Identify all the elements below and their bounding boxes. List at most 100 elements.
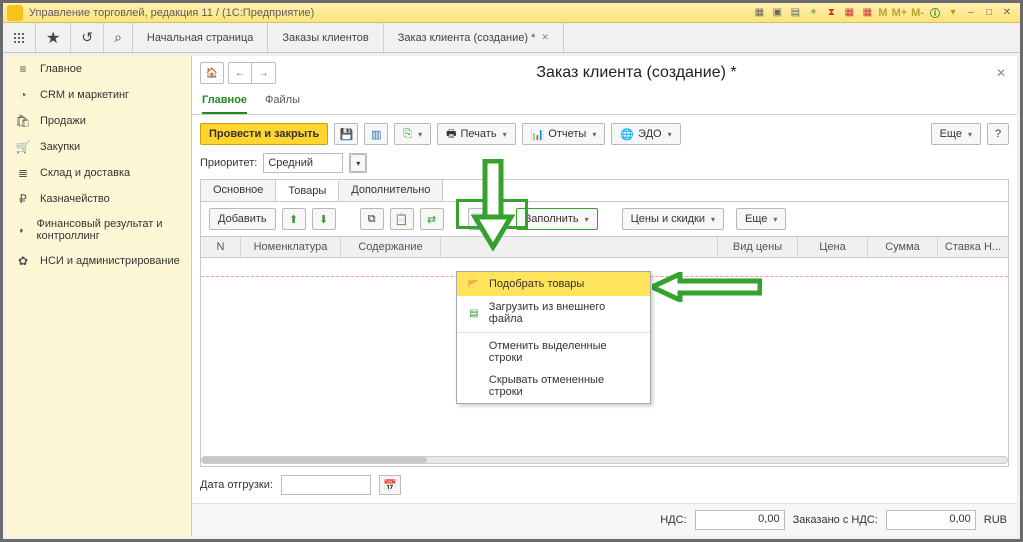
create-based-button[interactable]: ⎘▾ [394, 123, 431, 145]
purchases-icon: 🛒 [16, 140, 30, 154]
currency-label: RUB [984, 514, 1007, 526]
sidebar-item-warehouse[interactable]: ≣Склад и доставка [6, 160, 191, 186]
info-btn[interactable]: ⓘ [928, 6, 942, 20]
ship-date-input[interactable] [281, 475, 371, 495]
tab-home-label: Начальная страница [147, 32, 253, 44]
share-button[interactable]: ⇄ [420, 208, 444, 230]
menu-load-file[interactable]: ▤Загрузить из внешнего файла [457, 296, 650, 330]
history-button[interactable]: ↺ [71, 23, 104, 52]
inner-tab-extra[interactable]: Дополнительно [339, 180, 443, 201]
tb-btn2[interactable]: ▣ [770, 6, 784, 20]
save-icon: 💾 [339, 128, 353, 141]
form-tab-files[interactable]: Файлы [265, 90, 300, 114]
supply-button[interactable]: 📄 [468, 208, 492, 230]
grid-icon [13, 32, 25, 44]
sidebar-item-label: Главное [40, 63, 82, 75]
sidebar: ≡Главное ◔CRM и маркетинг 🛍Продажи 🛒 Заку… [6, 56, 192, 536]
more-rows-button[interactable]: Еще▾ [736, 208, 786, 230]
close-page-button[interactable]: ✕ [993, 66, 1009, 80]
h-scrollbar[interactable] [201, 454, 1008, 466]
post-button[interactable]: ▥ [364, 123, 388, 145]
ordered-nds-field[interactable]: 0,00 [886, 510, 976, 530]
nds-field[interactable]: 0,00 [695, 510, 785, 530]
tb-btn5[interactable]: ⧗ [824, 6, 838, 20]
tab-home[interactable]: Начальная страница [133, 23, 268, 52]
sidebar-item-sales[interactable]: 🛍Продажи [6, 108, 191, 134]
btn-label: Отчеты [548, 128, 586, 140]
add-row-button[interactable]: Добавить [209, 208, 276, 230]
app-icon [7, 5, 23, 21]
sidebar-item-nsi[interactable]: ✿НСИ и администрирование [6, 248, 191, 274]
th-nom: Номенклатура [241, 237, 341, 257]
th-vid: Вид цены [718, 237, 798, 257]
move-up-button[interactable]: ⬆ [282, 208, 306, 230]
sidebar-item-finres[interactable]: ⬪Финансовый результат и контроллинг [6, 212, 191, 248]
reports-button[interactable]: 📊Отчеты▾ [522, 123, 606, 145]
priority-select[interactable]: Средний [263, 153, 343, 173]
sidebar-item-label: НСИ и администрирование [40, 255, 180, 267]
copy-button[interactable]: ⧉ [360, 208, 384, 230]
ftab-label: Файлы [265, 94, 300, 106]
more-button[interactable]: Еще▾ [931, 123, 981, 145]
titlebar: Управление торговлей, редакция 11 / (1С:… [3, 3, 1020, 23]
close-tab-icon[interactable]: ✕ [541, 32, 549, 43]
btn-label: Провести и закрыть [209, 128, 319, 140]
priority-value: Средний [268, 157, 313, 169]
up-icon: ⬆ [289, 213, 298, 226]
forward-button[interactable]: → [252, 62, 276, 84]
m-minus-btn[interactable]: M- [911, 7, 924, 19]
sidebar-item-crm[interactable]: ◔CRM и маркетинг [6, 82, 191, 108]
print-button[interactable]: 🖶Печать▾ [437, 123, 515, 145]
save-button[interactable]: 💾 [334, 123, 358, 145]
sidebar-item-treasury[interactable]: ₽Казначейство [6, 186, 191, 212]
mi-label: Загрузить из внешнего файла [489, 301, 640, 325]
btn-label: Еще [745, 213, 767, 225]
close-window-btn[interactable]: ✕ [1000, 6, 1014, 20]
tb-btn7[interactable]: ▦ [860, 6, 874, 20]
fill-button[interactable]: Заполнить▾ [516, 208, 598, 230]
print-icon: 🖶 [446, 125, 456, 144]
max-btn[interactable]: □ [982, 6, 996, 20]
tab-orders[interactable]: Заказы клиентов [268, 23, 383, 52]
supply-icon: 📄 [473, 213, 487, 226]
min-btn[interactable]: – [964, 6, 978, 20]
tb-btn1[interactable]: ▦ [752, 6, 766, 20]
m-plus-btn[interactable]: M+ [892, 7, 908, 19]
search-button[interactable]: ⌕ [104, 23, 133, 52]
paste-icon: 📋 [395, 213, 409, 226]
post-and-close-button[interactable]: Провести и закрыть [200, 123, 328, 145]
th-n: N [201, 237, 241, 257]
tb-btn6[interactable]: ▦ [842, 6, 856, 20]
sidebar-item-main[interactable]: ≡Главное [6, 56, 191, 82]
calendar-button[interactable]: 📅 [379, 475, 401, 495]
form-tab-main[interactable]: Главное [202, 90, 247, 114]
sidebar-item-label: Закупки [40, 141, 80, 153]
th-cont: Содержание [341, 237, 441, 257]
menu-hide-cancelled[interactable]: Скрывать отмененные строки [457, 369, 650, 403]
user-btn[interactable]: ▾ [946, 6, 960, 20]
back-button[interactable]: ← [228, 62, 252, 84]
sidebar-item-purchases[interactable]: 🛒 Закупки [6, 134, 191, 160]
tb-btn4[interactable]: ✶ [806, 6, 820, 20]
post-icon: ▥ [371, 128, 381, 141]
inner-tab-goods[interactable]: Товары [276, 181, 339, 202]
inner-tab-basic[interactable]: Основное [201, 180, 276, 201]
move-down-button[interactable]: ⬇ [312, 208, 336, 230]
menu-cancel-selected[interactable]: Отменить выделенные строки [457, 335, 650, 369]
edo-button[interactable]: 🌐ЭДО▾ [611, 123, 680, 145]
priority-dd[interactable]: ▾ [349, 153, 367, 173]
menu-grid-button[interactable] [3, 23, 36, 52]
help-button[interactable]: ? [987, 123, 1009, 145]
sidebar-item-label: Склад и доставка [40, 167, 130, 179]
mi-label: Подобрать товары [489, 278, 584, 290]
prices-button[interactable]: Цены и скидки▾ [622, 208, 724, 230]
home-button[interactable]: 🏠 [200, 62, 224, 84]
fill-dropdown: 📂Подобрать товары ▤Загрузить из внешнего… [456, 271, 651, 404]
favorite-button[interactable]: ★ [36, 23, 71, 52]
m-btn[interactable]: M [878, 7, 887, 19]
tab-active[interactable]: Заказ клиента (создание) *✕ [384, 23, 564, 52]
it-label: Дополнительно [351, 184, 430, 196]
tb-btn3[interactable]: ▤ [788, 6, 802, 20]
paste-button[interactable]: 📋 [390, 208, 414, 230]
menu-pick-goods[interactable]: 📂Подобрать товары [457, 272, 650, 296]
